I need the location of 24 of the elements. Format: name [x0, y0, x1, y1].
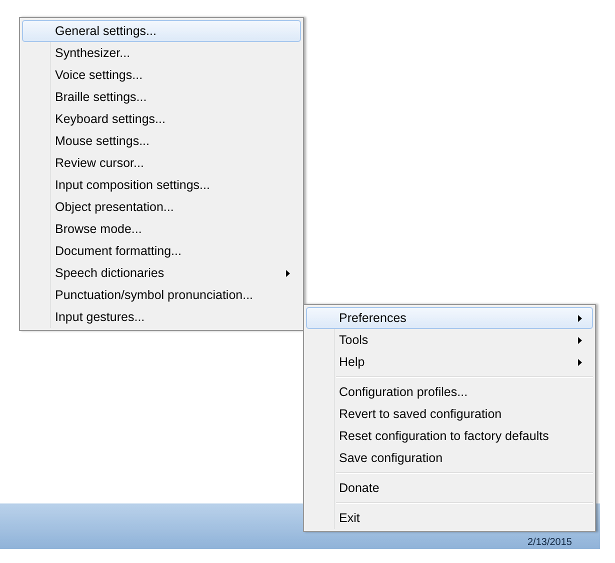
menu-item[interactable]: Configuration profiles...: [306, 381, 593, 403]
menu-item[interactable]: Keyboard settings...: [22, 108, 301, 130]
menu-item[interactable]: Braille settings...: [22, 86, 301, 108]
menu-item[interactable]: Help: [306, 351, 593, 373]
menu-item[interactable]: Input composition settings...: [22, 174, 301, 196]
menu-item[interactable]: Tools: [306, 329, 593, 351]
menu-item[interactable]: Review cursor...: [22, 152, 301, 174]
menu-item[interactable]: Speech dictionaries: [22, 262, 301, 284]
menu-item[interactable]: Reset configuration to factory defaults: [306, 425, 593, 447]
menu-item[interactable]: Revert to saved configuration: [306, 403, 593, 425]
taskbar-date: 2/13/2015: [528, 537, 572, 548]
menu-item[interactable]: Save configuration: [306, 447, 593, 469]
menu-item[interactable]: Input gestures...: [22, 306, 301, 328]
menu-item[interactable]: Synthesizer...: [22, 42, 301, 64]
menu-item[interactable]: Preferences: [306, 307, 593, 329]
menu-item[interactable]: Donate: [306, 477, 593, 499]
menu-item[interactable]: Browse mode...: [22, 218, 301, 240]
menu-item[interactable]: Exit: [306, 507, 593, 529]
menu-item[interactable]: Voice settings...: [22, 64, 301, 86]
menu-item[interactable]: Punctuation/symbol pronunciation...: [22, 284, 301, 306]
menu-item[interactable]: Mouse settings...: [22, 130, 301, 152]
menu-item[interactable]: Object presentation...: [22, 196, 301, 218]
menu-item[interactable]: General settings...: [22, 20, 301, 42]
menu-item[interactable]: Document formatting...: [22, 240, 301, 262]
